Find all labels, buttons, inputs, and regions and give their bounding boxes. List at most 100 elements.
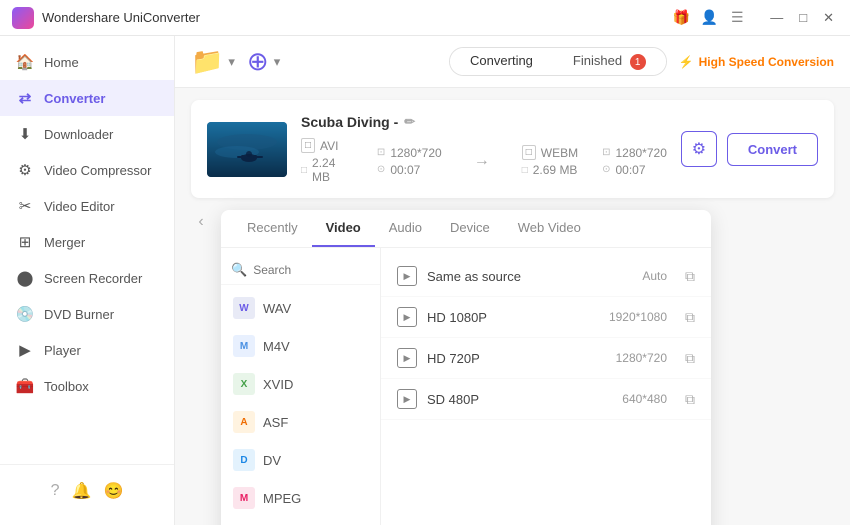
settings-icon: ⚙	[692, 139, 706, 159]
dst-dur-row: ⊙ 00:07	[602, 163, 667, 177]
add-file-icon: 📁	[191, 46, 223, 77]
format-item-mpeg[interactable]: M MPEG	[221, 479, 380, 517]
tab-web-video[interactable]: Web Video	[504, 210, 595, 247]
format-dropdown: Recently Video Audio Device Web Video	[221, 210, 711, 525]
sidebar-label-recorder: Screen Recorder	[44, 271, 142, 286]
quality-play-icon-1: ▶	[397, 307, 417, 327]
quality-edit-icon-1[interactable]: ⧉	[685, 309, 695, 326]
content-area: 📁 ▾ ⊕ ▾ Converting Finished 1 ⚡ High Spe…	[175, 36, 850, 525]
quality-same-as-source[interactable]: ▶ Same as source Auto ⧉	[381, 256, 711, 297]
record-icon: ⬤	[16, 269, 34, 287]
download-icon: ⬇	[16, 125, 34, 143]
src-format-row: □ AVI	[301, 138, 353, 153]
titlebar-left: Wondershare UniConverter	[12, 7, 200, 29]
toolbar: 📁 ▾ ⊕ ▾ Converting Finished 1 ⚡ High Spe…	[175, 36, 850, 88]
quality-hd-720p[interactable]: ▶ HD 720P 1280*720 ⧉	[381, 338, 711, 379]
format-settings-button[interactable]: ⚙	[681, 131, 717, 167]
quality-edit-icon-0[interactable]: ⧉	[685, 268, 695, 285]
sidebar: 🏠 Home ⇄ Converter ⬇ Downloader ⚙ Video …	[0, 36, 175, 525]
sidebar-bottom-icons: ? 🔔 😊	[0, 473, 174, 509]
feedback-icon[interactable]: 😊	[103, 481, 123, 501]
tab-finished[interactable]: Finished 1	[553, 48, 666, 76]
sidebar-label-dvd: DVD Burner	[44, 307, 114, 322]
format-body: 🔍 W WAV M M4V X XVID	[221, 248, 711, 525]
high-speed-button[interactable]: ⚡ High Speed Conversion	[679, 55, 834, 69]
tab-video[interactable]: Video	[312, 210, 375, 247]
file-item: Scuba Diving - ✏ □ AVI □ 2.24 MB	[191, 100, 834, 198]
conversion-tab-group: Converting Finished 1	[449, 47, 667, 77]
sidebar-item-merger[interactable]: ⊞ Merger	[0, 224, 174, 260]
file-name: Scuba Diving - ✏	[301, 114, 667, 130]
merge-icon: ⊞	[16, 233, 34, 251]
format-search: 🔍	[221, 256, 380, 285]
format-item-vob[interactable]: V VOB	[221, 517, 380, 525]
dst-meta: □ WEBM □ 2.69 MB	[522, 145, 578, 177]
play-icon: ▶	[16, 341, 34, 359]
tab-audio[interactable]: Audio	[375, 210, 436, 247]
collapse-button[interactable]: ‹	[191, 212, 211, 232]
quality-play-icon-0: ▶	[397, 266, 417, 286]
dst-res-row: ⊡ 1280*720	[602, 146, 667, 160]
quality-play-icon-2: ▶	[397, 348, 417, 368]
close-button[interactable]: ✕	[819, 10, 838, 26]
notification-icon[interactable]: 🔔	[72, 481, 92, 501]
quality-edit-icon-2[interactable]: ⧉	[685, 350, 695, 367]
sidebar-label-downloader: Downloader	[44, 127, 113, 142]
format-search-input[interactable]	[253, 263, 370, 277]
mpeg-icon: M	[233, 487, 255, 509]
dst-format-icon: □	[522, 145, 536, 160]
sidebar-item-downloader[interactable]: ⬇ Downloader	[0, 116, 174, 152]
sidebar-item-video-compressor[interactable]: ⚙ Video Compressor	[0, 152, 174, 188]
quality-sd-480p[interactable]: ▶ SD 480P 640*480 ⧉	[381, 379, 711, 420]
wav-icon: W	[233, 297, 255, 319]
edit-name-icon[interactable]: ✏	[404, 114, 415, 130]
dst-clock-icon: ⊙	[602, 164, 610, 175]
minimize-button[interactable]: —	[766, 10, 787, 26]
maximize-button[interactable]: □	[795, 10, 811, 26]
edit-icon: ✂	[16, 197, 34, 215]
quality-hd-1080p[interactable]: ▶ HD 1080P 1920*1080 ⧉	[381, 297, 711, 338]
add-item-button[interactable]: ⊕ ▾	[247, 46, 280, 77]
app-logo-icon	[12, 7, 34, 29]
add-icon: ⊕	[247, 46, 269, 77]
clock-icon: ⊙	[377, 164, 385, 175]
sidebar-item-toolbox[interactable]: 🧰 Toolbox	[0, 368, 174, 404]
sidebar-label-editor: Video Editor	[44, 199, 115, 214]
titlebar-right: 🎁 👤 ☰ — □ ✕	[672, 9, 838, 27]
quality-edit-icon-3[interactable]: ⧉	[685, 391, 695, 408]
search-icon: 🔍	[231, 262, 247, 278]
add-file-button[interactable]: 📁 ▾	[191, 46, 235, 77]
sidebar-item-player[interactable]: ▶ Player	[0, 332, 174, 368]
sidebar-item-converter[interactable]: ⇄ Converter	[0, 80, 174, 116]
sidebar-label-toolbox: Toolbox	[44, 379, 89, 394]
sidebar-item-video-editor[interactable]: ✂ Video Editor	[0, 188, 174, 224]
convert-button[interactable]: Convert	[727, 133, 818, 166]
titlebar: Wondershare UniConverter 🎁 👤 ☰ — □ ✕	[0, 0, 850, 36]
sidebar-item-screen-recorder[interactable]: ⬤ Screen Recorder	[0, 260, 174, 296]
dst-size-icon: □	[522, 165, 528, 176]
user-icon[interactable]: 👤	[700, 9, 718, 27]
sidebar-label-home: Home	[44, 55, 79, 70]
file-meta: □ AVI □ 2.24 MB ⊡ 1280*720	[301, 138, 667, 184]
dst-res-meta: ⊡ 1280*720 ⊙ 00:07	[602, 146, 667, 177]
xvid-icon: X	[233, 373, 255, 395]
sidebar-item-dvd-burner[interactable]: 💿 DVD Burner	[0, 296, 174, 332]
dvd-icon: 💿	[16, 305, 34, 323]
tab-device[interactable]: Device	[436, 210, 504, 247]
help-icon[interactable]: ?	[51, 482, 60, 500]
sidebar-item-home[interactable]: 🏠 Home	[0, 44, 174, 80]
tab-converting[interactable]: Converting	[450, 48, 553, 76]
tab-recently[interactable]: Recently	[233, 210, 312, 247]
gift-icon[interactable]: 🎁	[672, 9, 690, 27]
format-item-dv[interactable]: D DV	[221, 441, 380, 479]
menu-icon[interactable]: ☰	[728, 9, 746, 27]
format-item-wav[interactable]: W WAV	[221, 289, 380, 327]
format-item-xvid[interactable]: X XVID	[221, 365, 380, 403]
format-item-m4v[interactable]: M M4V	[221, 327, 380, 365]
format-item-asf[interactable]: A ASF	[221, 403, 380, 441]
lightning-icon: ⚡	[679, 55, 694, 69]
dst-size-row: □ 2.69 MB	[522, 163, 578, 177]
sidebar-label-merger: Merger	[44, 235, 85, 250]
quality-play-icon-3: ▶	[397, 389, 417, 409]
add-file-label: ▾	[228, 54, 235, 70]
